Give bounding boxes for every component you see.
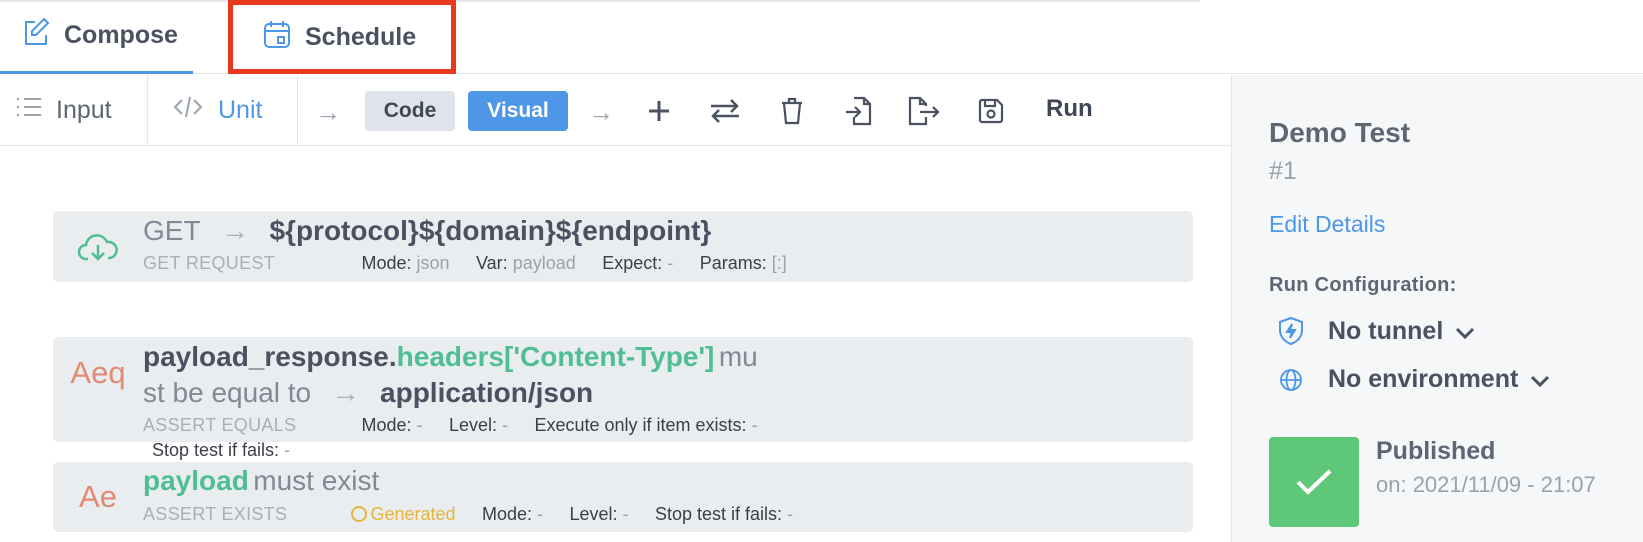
edit-icon	[22, 17, 64, 54]
tunnel-dropdown[interactable]: No tunnel	[1276, 316, 1475, 346]
stop-meta: Stop test if fails: -	[654, 504, 794, 524]
params-meta: Params: [:]	[699, 253, 787, 273]
step-type: ASSERT EQUALS	[143, 415, 297, 435]
editor-toolbar: Input Unit → Code Visual → Run	[0, 75, 1231, 146]
var-meta: Var: payload	[475, 253, 576, 273]
assert-verb-cont: st be equal to	[143, 377, 312, 408]
unit-tab[interactable]: Unit	[148, 75, 298, 146]
shield-bolt-icon	[1276, 316, 1306, 346]
exec-meta: Execute only if item exists: -	[534, 415, 758, 435]
published-date: on: 2021/11/09 - 21:07	[1376, 472, 1596, 497]
level-meta: Level: -	[448, 415, 509, 435]
arrow-separator: →	[588, 97, 614, 127]
assert-expected-value: application/json	[380, 377, 594, 408]
assert-subject: payload	[143, 465, 249, 496]
trash-icon[interactable]	[775, 94, 809, 128]
test-title: Demo Test	[1269, 117, 1411, 148]
published-status-icon[interactable]	[1269, 437, 1359, 527]
input-tab-label: Input	[56, 96, 112, 124]
tab-compose[interactable]: Compose	[0, 0, 193, 74]
assert-exists-abbr: Ae	[79, 479, 117, 514]
assert-subject: payload_response.	[143, 341, 397, 372]
unit-tab-label: Unit	[218, 96, 263, 124]
check-icon	[1296, 469, 1332, 495]
chevron-down-icon	[1455, 317, 1475, 346]
mode-meta: Mode: -	[361, 415, 423, 435]
request-method: GET	[143, 215, 201, 246]
published-label: Published	[1376, 437, 1496, 465]
step-type: ASSERT EXISTS	[143, 504, 288, 524]
plus-icon[interactable]	[642, 94, 676, 128]
tunnel-value: No tunnel	[1328, 316, 1444, 345]
arrow-separator: →	[331, 377, 360, 408]
step-get-request[interactable]: GET → ${protocol}${domain}${endpoint} GE…	[53, 211, 1193, 282]
tab-compose-label: Compose	[64, 21, 178, 49]
code-icon	[173, 95, 218, 126]
arrow-separator: →	[315, 97, 341, 127]
level-meta: Level: -	[569, 504, 629, 524]
mode-meta: Mode: json	[361, 253, 450, 273]
cloud-download-icon	[53, 211, 143, 282]
environment-dropdown[interactable]: No environment	[1276, 365, 1550, 394]
tab-schedule[interactable]: Schedule	[228, 0, 456, 74]
chevron-down-icon	[1530, 365, 1550, 394]
list-icon	[16, 96, 56, 125]
environment-value: No environment	[1328, 365, 1519, 393]
run-button[interactable]: Run	[1046, 95, 1093, 123]
run-configuration-label: Run Configuration:	[1269, 274, 1457, 296]
test-details-panel: Demo Test #1 Edit Details Run Configurat…	[1231, 75, 1643, 542]
step-assert-equals[interactable]: Aeq payload_response.headers['Content-Ty…	[53, 337, 1193, 442]
step-type: GET REQUEST	[143, 253, 275, 273]
code-view-button[interactable]: Code	[365, 91, 455, 131]
assert-verb: must exist	[253, 465, 380, 496]
arrow-separator: →	[221, 215, 250, 246]
input-tab[interactable]: Input	[0, 75, 148, 146]
step-assert-exists[interactable]: Ae payload must exist ASSERT EXISTS Gene…	[53, 462, 1193, 532]
top-tab-bar: Compose Schedule	[0, 0, 1643, 74]
generated-badge: Generated	[351, 504, 456, 525]
import-icon[interactable]	[841, 94, 875, 128]
circle-icon	[351, 506, 368, 522]
calendar-icon	[263, 19, 305, 56]
edit-details-link[interactable]: Edit Details	[1269, 211, 1385, 238]
assert-subject-key: headers['Content-Type']	[396, 341, 715, 372]
save-icon[interactable]	[974, 94, 1008, 128]
request-url: ${protocol}${domain}${endpoint}	[269, 215, 712, 246]
globe-icon	[1276, 368, 1306, 392]
assert-equals-abbr: Aeq	[70, 355, 126, 390]
stop-meta: Stop test if fails: -	[152, 440, 291, 460]
test-number: #1	[1269, 157, 1297, 185]
visual-view-button[interactable]: Visual	[468, 91, 568, 131]
export-icon[interactable]	[907, 94, 941, 128]
assert-verb: mu	[718, 341, 758, 372]
expect-meta: Expect: -	[602, 253, 674, 273]
mode-meta: Mode: -	[481, 504, 544, 524]
swap-icon[interactable]	[708, 94, 742, 128]
tab-schedule-label: Schedule	[305, 22, 417, 51]
